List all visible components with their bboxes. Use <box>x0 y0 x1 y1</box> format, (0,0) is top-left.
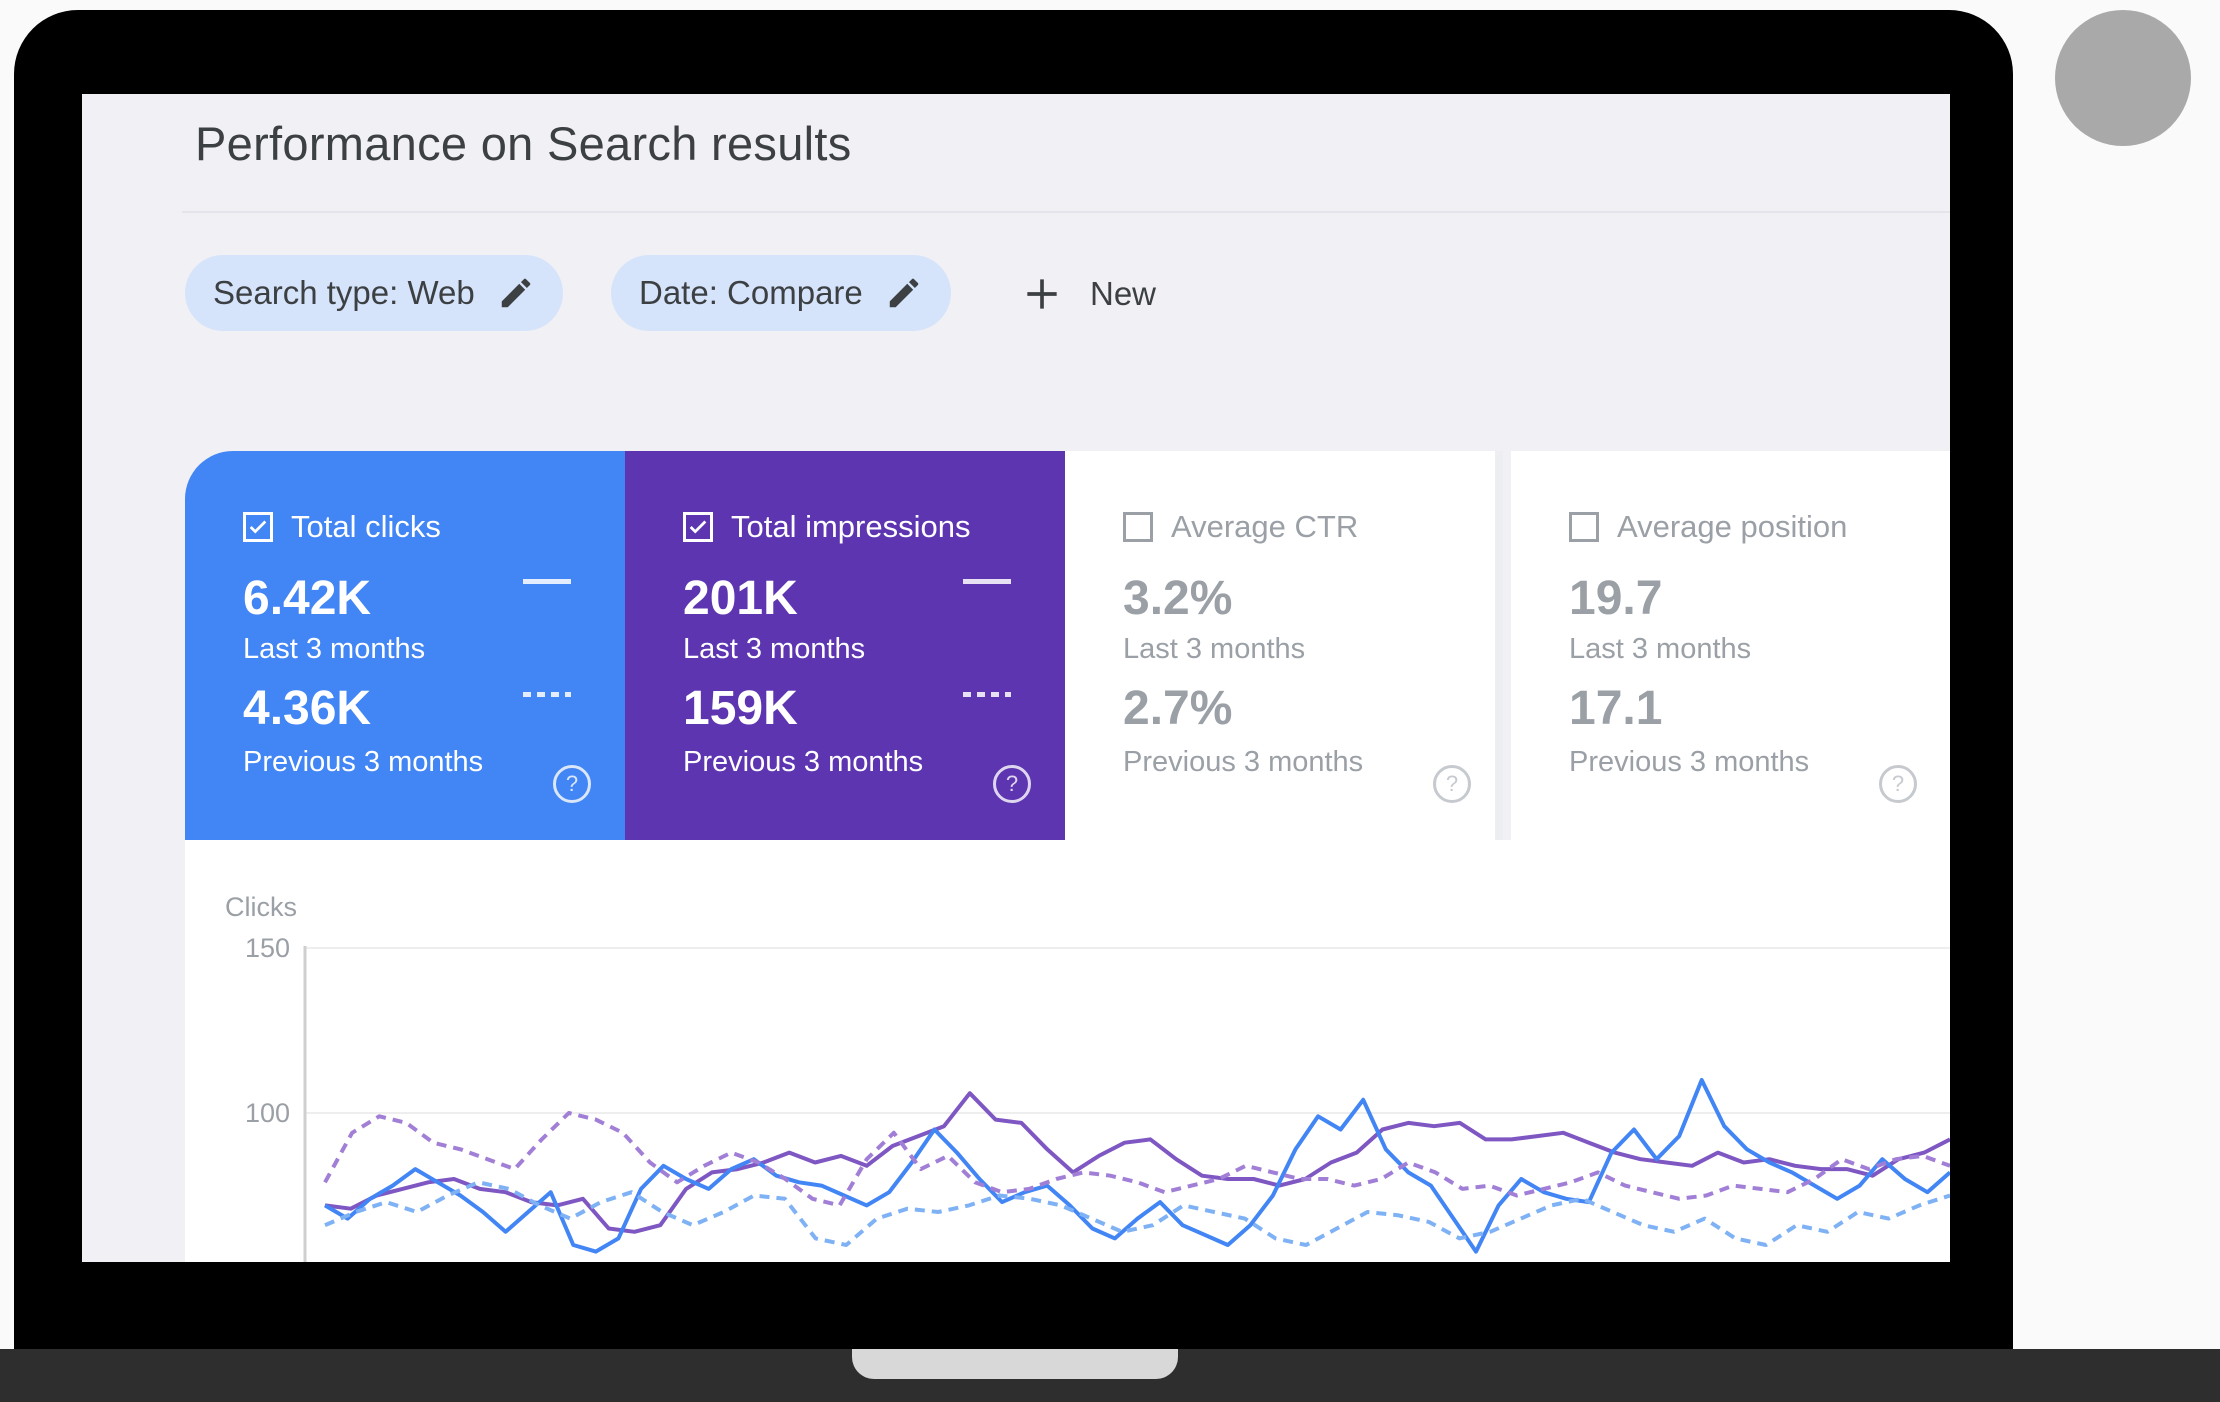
metric-label: Total impressions <box>731 509 971 544</box>
help-icon[interactable]: ? <box>993 765 1031 803</box>
chip-label: Search type: Web <box>213 274 475 311</box>
y-axis-label: Clicks <box>225 892 297 922</box>
metric-card-total-clicks[interactable]: Total clicks 6.42K Last 3 months 4.36K P… <box>185 451 625 840</box>
dashed-line-legend-icon <box>523 692 571 697</box>
metric-previous-period: Previous 3 months <box>243 746 484 778</box>
laptop-notch <box>852 1349 1178 1379</box>
metric-current-period: Last 3 months <box>243 633 426 665</box>
metric-card-average-ctr[interactable]: Average CTR 3.2% Last 3 months 2.7% Prev… <box>1065 451 1503 840</box>
metric-card-total-impressions[interactable]: Total impressions 201K Last 3 months 159… <box>625 451 1065 840</box>
new-filter-label: New <box>1090 275 1157 312</box>
metric-previous-value: 159K <box>683 682 798 735</box>
metric-previous-period: Previous 3 months <box>683 746 924 778</box>
metric-current-value: 19.7 <box>1569 572 1663 625</box>
y-tick-label: 150 <box>245 933 290 963</box>
laptop-screen: Performance on Search results Search typ… <box>82 94 1950 1262</box>
checkbox-checked-icon[interactable] <box>683 512 713 542</box>
metric-header: Total impressions <box>683 509 970 545</box>
metric-current-period: Last 3 months <box>1123 633 1306 665</box>
metric-previous-period: Previous 3 months <box>1123 746 1364 778</box>
checkbox-checked-icon[interactable] <box>243 512 273 542</box>
page-title: Performance on Search results <box>195 117 852 170</box>
dashed-line-legend-icon <box>963 692 1011 697</box>
help-icon[interactable]: ? <box>1879 765 1917 803</box>
performance-chart-panel: Clicks 150 100 <box>185 840 1950 1262</box>
metric-cards: Total clicks 6.42K Last 3 months 4.36K P… <box>185 451 1950 840</box>
avatar[interactable] <box>2055 10 2191 146</box>
metric-header: Total clicks <box>243 509 441 545</box>
checkbox-unchecked-icon[interactable] <box>1123 512 1153 542</box>
series-line <box>323 1078 1950 1254</box>
metric-previous-value: 4.36K <box>243 682 372 735</box>
solid-line-legend-icon <box>963 579 1011 584</box>
help-icon[interactable]: ? <box>553 765 591 803</box>
new-filter-button[interactable]: New <box>1020 266 1156 322</box>
metric-label: Average CTR <box>1171 509 1359 544</box>
performance-chart: Clicks 150 100 <box>225 892 1950 1262</box>
metric-previous-value: 17.1 <box>1569 682 1663 735</box>
metric-current-value: 6.42K <box>243 572 372 625</box>
metric-label: Average position <box>1617 509 1848 544</box>
pencil-icon[interactable] <box>497 274 535 312</box>
metric-current-period: Last 3 months <box>1569 633 1752 665</box>
checkbox-unchecked-icon[interactable] <box>1569 512 1599 542</box>
solid-line-legend-icon <box>523 579 571 584</box>
metric-header: Average CTR <box>1123 509 1358 545</box>
metric-previous-value: 2.7% <box>1123 682 1233 735</box>
metric-previous-period: Previous 3 months <box>1569 746 1810 778</box>
metric-header: Average position <box>1569 509 1847 545</box>
y-tick-label: 100 <box>245 1098 290 1128</box>
date-compare-chip[interactable]: Date: Compare <box>611 255 951 331</box>
pencil-icon[interactable] <box>885 274 923 312</box>
metric-label: Total clicks <box>291 509 441 544</box>
metric-current-period: Last 3 months <box>683 633 866 665</box>
search-type-chip[interactable]: Search type: Web <box>185 255 563 331</box>
plus-icon <box>1027 279 1057 309</box>
metric-current-value: 201K <box>683 572 798 625</box>
divider <box>182 211 1950 213</box>
metric-current-value: 3.2% <box>1123 572 1233 625</box>
chip-label: Date: Compare <box>639 274 863 311</box>
help-icon[interactable]: ? <box>1433 765 1471 803</box>
metric-card-average-position[interactable]: Average position 19.7 Last 3 months 17.1… <box>1511 451 1950 840</box>
